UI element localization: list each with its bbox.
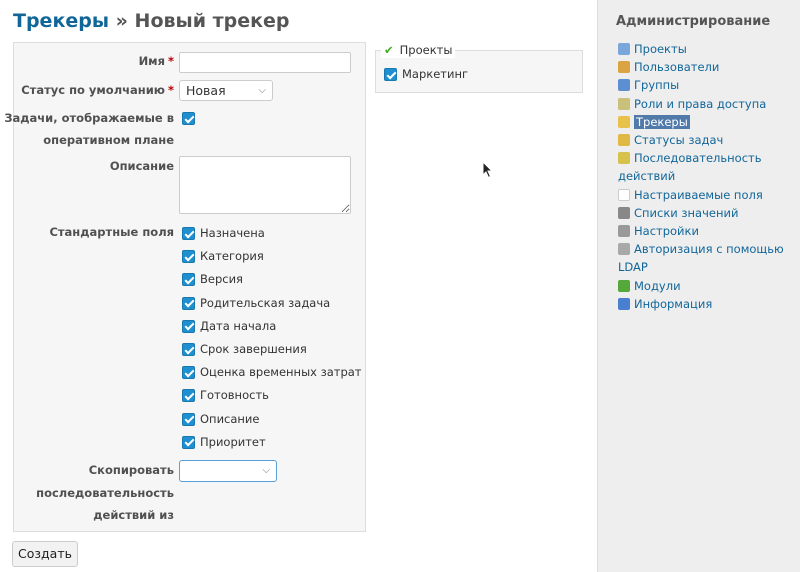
page-title: Трекеры » Новый трекер: [13, 10, 290, 32]
copy-workflow-label-line2: последовательность: [36, 485, 174, 500]
info-icon: [618, 297, 630, 310]
default-status-value: Новая: [186, 83, 226, 98]
breadcrumb-separator: »: [115, 10, 128, 32]
sidebar-item-workflow[interactable]: Последовательность действий: [618, 149, 798, 185]
project-label-marketing: Маркетинг: [402, 67, 469, 81]
roadmap-label-line2: оперативном плане: [43, 133, 174, 147]
name-label: Имя *: [139, 50, 174, 72]
description-label: Описание: [109, 159, 174, 173]
projects-legend: ✔ Проекты: [381, 42, 456, 58]
standard-field-checkbox[interactable]: [182, 319, 195, 333]
sidebar-item-label: Трекеры: [634, 114, 690, 129]
settings-icon: [618, 225, 630, 238]
sidebar-item-list[interactable]: Списки значений: [618, 204, 798, 222]
sidebar-item-group[interactable]: Группы: [618, 76, 798, 94]
sidebar-item-label: Настраиваемые поля: [634, 187, 763, 202]
required-mark: *: [167, 54, 174, 68]
standard-field-checkbox[interactable]: [182, 366, 195, 380]
standard-field-checkbox[interactable]: [182, 296, 195, 310]
sidebar-item-settings[interactable]: Настройки: [618, 222, 798, 240]
roadmap-checkbox[interactable]: [182, 112, 195, 125]
standard-field-label: Дата начала: [200, 318, 277, 333]
sidebar-item-plugins[interactable]: Модули: [618, 277, 798, 295]
sidebar-item-tracker[interactable]: Трекеры: [618, 113, 798, 131]
sidebar-item-label: Последовательность: [634, 151, 762, 166]
user-icon: [618, 61, 630, 74]
sidebar-item-label-line2: действий: [618, 169, 676, 184]
sidebar-item-label: Проекты: [634, 42, 687, 56]
standard-field-checkbox[interactable]: [182, 273, 195, 287]
standard-field-checkbox[interactable]: [182, 250, 195, 264]
chevron-down-icon: ⌵: [262, 465, 270, 476]
sidebar-item-label: Статусы задач: [634, 133, 724, 148]
name-input[interactable]: [179, 52, 351, 73]
admin-menu: Проекты Пользователи Группы Роли и права до…: [618, 40, 798, 313]
sidebar-item-label: Информация: [634, 296, 713, 311]
sidebar-item-label: Настройки: [634, 224, 699, 239]
standard-field-label: Назначена: [200, 226, 265, 240]
projects-legend-text: Проекты: [399, 43, 453, 57]
sidebar-item-custom-fields[interactable]: Настраиваемые поля: [618, 186, 798, 204]
sidebar-item-label-line2: LDAP: [618, 260, 648, 275]
standard-field-label: Категория: [200, 249, 264, 264]
standard-field-checkbox[interactable]: [182, 389, 195, 403]
page-title-text: Новый трекер: [134, 10, 290, 32]
default-status-select[interactable]: Новая ⌵: [179, 80, 273, 101]
sidebar-item-label: Пользователи: [634, 60, 720, 75]
name-label-text: Имя: [138, 54, 165, 68]
sidebar-item-label: Роли и права доступа: [634, 96, 767, 111]
description-textarea[interactable]: [179, 156, 351, 214]
mouse-cursor-icon: [482, 161, 494, 179]
standard-fields-label: Стандартные поля: [49, 225, 174, 239]
custom-fields-icon: [618, 188, 630, 201]
copy-workflow-select[interactable]: ⌵: [179, 460, 277, 482]
required-mark: *: [167, 83, 174, 97]
standard-field-checkbox[interactable]: [182, 343, 195, 356]
sidebar-item-roles[interactable]: Роли и права доступа: [618, 95, 798, 113]
standard-field-label: Срок завершения: [200, 342, 307, 356]
issue-status-icon: [618, 134, 630, 147]
sidebar-item-projects[interactable]: Проекты: [618, 40, 798, 58]
tracker-icon: [618, 115, 630, 128]
workflow-icon: [618, 152, 630, 165]
create-button[interactable]: Создать: [12, 541, 78, 567]
sidebar-title: Администрирование: [616, 14, 771, 29]
copy-workflow-label: Скопировать последовательность действий …: [36, 459, 174, 527]
checkmark-icon[interactable]: ✔: [384, 43, 394, 57]
main-content: Трекеры » Новый трекер Имя * Статус по ум…: [0, 0, 597, 572]
sidebar-item-label: Авторизация с помощью: [634, 242, 784, 257]
default-status-label-text: Статус по умолчанию: [21, 83, 165, 97]
sidebar-item-label: Модули: [634, 278, 681, 293]
standard-field-label: Готовность: [200, 388, 269, 403]
copy-workflow-label-line3: действий из: [93, 508, 174, 522]
standard-field-label: Версия: [200, 272, 243, 287]
standard-field-label: Родительская задача: [200, 295, 331, 310]
standard-field-label: Описание: [200, 411, 260, 426]
sidebar-item-issue-status[interactable]: Статусы задач: [618, 131, 798, 149]
standard-field-checkbox[interactable]: [182, 435, 195, 449]
ldap-icon: [618, 243, 630, 256]
projects-icon: [618, 43, 630, 55]
sidebar-item-user[interactable]: Пользователи: [618, 58, 798, 76]
roadmap-label-line1: Задачи, отображаемые в: [4, 111, 174, 125]
admin-sidebar: Администрирование Проекты Пользователи Гру…: [597, 0, 800, 572]
standard-field-label: Оценка временных затрат: [200, 365, 362, 380]
sidebar-item-label: Группы: [634, 78, 680, 93]
copy-workflow-label-line1: Скопировать: [88, 463, 174, 477]
standard-field-checkbox[interactable]: [182, 227, 195, 240]
roadmap-label: Задачи, отображаемые в оперативном плане: [4, 107, 174, 151]
sidebar-item-ldap[interactable]: Авторизация с помощью LDAP: [618, 240, 798, 276]
sidebar-item-info[interactable]: Информация: [618, 295, 798, 313]
standard-field-checkbox[interactable]: [182, 412, 195, 426]
standard-field-label: Приоритет: [200, 434, 266, 449]
roles-icon: [618, 97, 630, 110]
group-icon: [618, 79, 630, 92]
breadcrumb-trackers-link[interactable]: Трекеры: [13, 10, 109, 32]
plugins-icon: [618, 279, 630, 292]
chevron-down-icon: ⌵: [258, 85, 266, 96]
sidebar-item-label: Списки значений: [634, 205, 739, 220]
default-status-label: Статус по умолчанию *: [21, 79, 174, 101]
project-checkbox-marketing[interactable]: [384, 68, 397, 81]
list-icon: [618, 206, 630, 219]
